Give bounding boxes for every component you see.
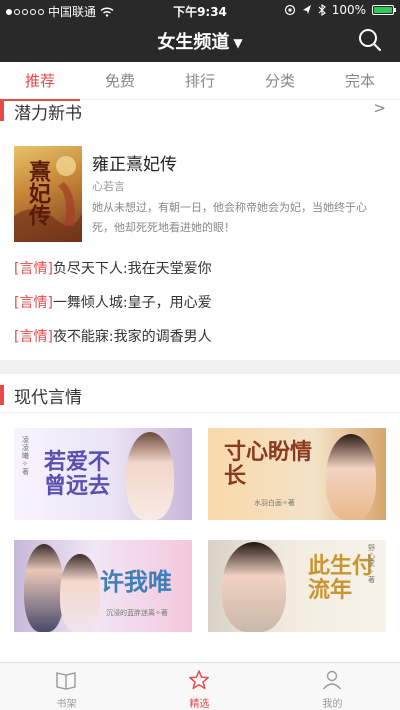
- book-card-author: 水羽白画✧著: [254, 499, 295, 507]
- list-item[interactable]: [言情]一舞倾人城:皇子，用心爱: [14, 292, 212, 312]
- tab-completed[interactable]: 完本: [320, 62, 400, 100]
- location-icon: [302, 5, 311, 14]
- section-accent-bar: [0, 385, 4, 405]
- nav-bar: 女生频道 ▼: [0, 20, 400, 62]
- book-card-title: 许我唯: [100, 567, 172, 596]
- tab-recommend[interactable]: 推荐: [0, 62, 80, 101]
- book-card[interactable]: 寸心盼情长 水羽白画✧著: [208, 428, 386, 520]
- featured-book-description: 她从未想过，有朝一日，他会称帝她会为妃，当她终于心死，他却死死地看进她的眼！: [92, 201, 367, 234]
- book-card[interactable]: 此生付流年 野心家✧著: [208, 540, 386, 632]
- book-card-title: 若爱不曾远去: [44, 449, 111, 499]
- book-card-author: 野心家✧著: [368, 544, 375, 584]
- cover-title-art: 熹妃传: [25, 160, 51, 226]
- book-card-author: 凌凌曦✧著: [22, 436, 29, 476]
- featured-book-title[interactable]: 雍正熹妃传: [92, 150, 177, 175]
- bottom-tab-bar: 书架 精选 我的: [0, 662, 400, 710]
- star-icon: [189, 670, 209, 690]
- tabbar-label: 书架: [56, 699, 77, 710]
- section-divider: [0, 360, 400, 374]
- tabbar-label: 我的: [322, 699, 343, 710]
- category-tabs: 推荐 免费 排行 分类 完本: [0, 62, 400, 101]
- tabbar-featured[interactable]: 精选: [133, 667, 266, 710]
- featured-book-cover[interactable]: 熹妃传: [14, 146, 82, 242]
- list-item-title: 一舞倾人城:皇子，用心爱: [52, 295, 212, 311]
- battery-fill: [374, 7, 392, 13]
- list-item[interactable]: [言情]负尽天下人:我在天堂爱你: [14, 258, 212, 278]
- search-icon[interactable]: [356, 26, 384, 54]
- section-more-button[interactable]: >: [373, 99, 386, 117]
- cover-figure: [222, 542, 286, 632]
- status-right: 100%: [284, 3, 396, 17]
- section-title-modern: 现代言情: [14, 388, 82, 408]
- section-header-new: 潜力新书 >: [0, 96, 400, 126]
- channel-switcher[interactable]: 女生频道 ▼: [0, 28, 400, 54]
- tabbar-bookshelf[interactable]: 书架: [0, 667, 133, 710]
- book-card[interactable]: 许我唯 沉浸的蓝胖迷离✧著: [14, 540, 192, 632]
- status-bar: 中国联通 下午9:34 100%: [0, 0, 400, 20]
- genre-tag: [言情]: [14, 261, 53, 277]
- book-card-title: 寸心盼情长: [224, 439, 313, 489]
- cover-figure: [326, 434, 376, 520]
- cover-figure: [24, 544, 64, 632]
- section-rule: [0, 412, 400, 413]
- tab-free[interactable]: 免费: [80, 62, 160, 100]
- tabbar-mine[interactable]: 我的: [266, 667, 399, 710]
- section-title-new: 潜力新书: [14, 104, 82, 124]
- genre-tag: [言情]: [14, 329, 53, 345]
- battery-icon: [372, 5, 396, 15]
- list-item-title: 负尽天下人:我在天堂爱你: [52, 261, 212, 277]
- tabbar-label: 精选: [189, 699, 210, 710]
- genre-tag: [言情]: [14, 295, 53, 311]
- tab-categories[interactable]: 分类: [240, 62, 320, 100]
- channel-title: 女生频道: [157, 32, 230, 53]
- section-header-modern: 现代言情: [0, 380, 400, 410]
- battery-percent: 100%: [331, 3, 366, 17]
- featured-book-author: 心若言: [92, 180, 125, 193]
- book-icon: [56, 672, 76, 690]
- list-item[interactable]: [言情]夜不能寐:我家的调香男人: [14, 326, 212, 346]
- cover-figure: [60, 554, 100, 632]
- orientation-lock-icon: [284, 4, 295, 16]
- book-card[interactable]: 若爱不曾远去 凌凌曦✧著: [14, 428, 192, 520]
- list-item-title: 夜不能寐:我家的调香男人: [52, 329, 212, 345]
- book-card-author: 沉浸的蓝胖迷离✧著: [106, 609, 168, 617]
- section-accent-bar: [0, 101, 4, 121]
- cover-figure: [126, 432, 174, 520]
- bluetooth-icon: [318, 4, 326, 16]
- user-icon: [322, 670, 342, 690]
- tab-ranking[interactable]: 排行: [160, 62, 240, 100]
- chevron-down-icon: ▼: [233, 36, 243, 50]
- top-bar: 中国联通 下午9:34 100% 女生频道 ▼: [0, 0, 400, 62]
